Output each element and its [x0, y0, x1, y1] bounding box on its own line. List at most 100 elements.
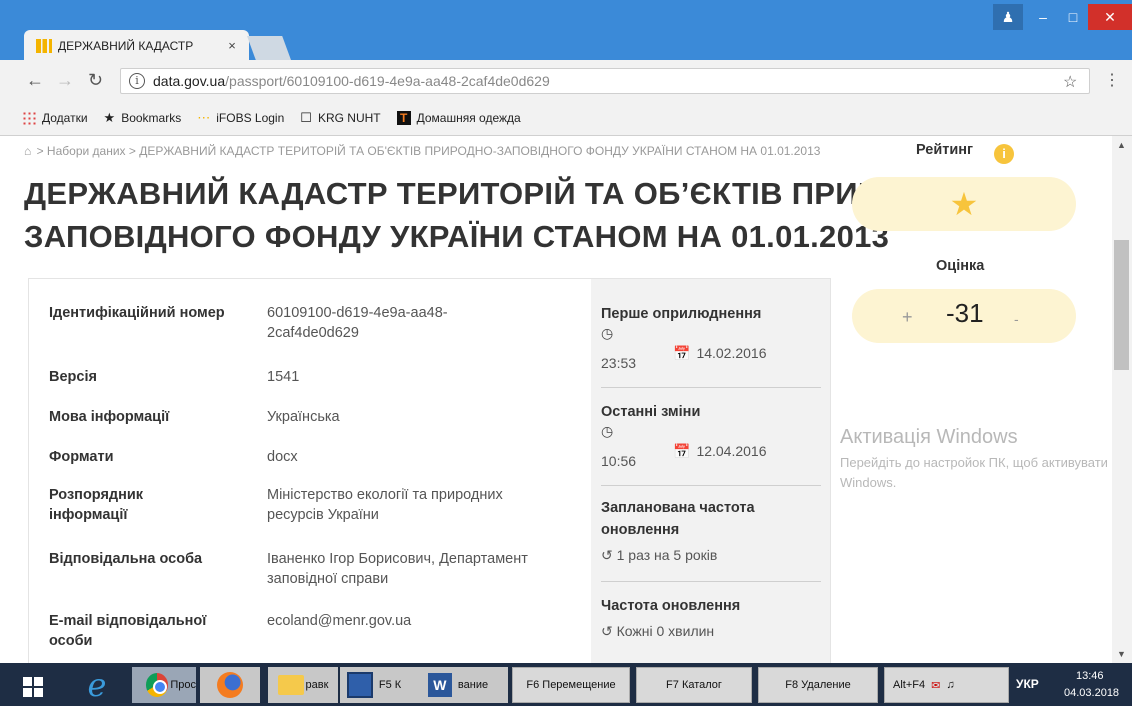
- score-value: -31: [946, 298, 984, 328]
- dates-panel: Перше оприлюднення ◷ 23:53 📅 14.02.2016 О…: [601, 279, 827, 663]
- close-window-button[interactable]: ✕: [1088, 4, 1132, 30]
- formats-label: Формати: [49, 449, 114, 465]
- scroll-down-icon[interactable]: ▼: [1117, 649, 1126, 659]
- clock-icon: ◷: [601, 423, 614, 439]
- scroll-up-icon[interactable]: ▲: [1117, 140, 1126, 150]
- tab-active[interactable]: ДЕРЖАВНИЙ КАДАСТР ×: [24, 30, 249, 61]
- t-logo-icon: T: [396, 110, 411, 125]
- reload-icon[interactable]: ↻: [88, 70, 103, 91]
- calendar-icon: 📅: [673, 345, 691, 361]
- owner-label: Розпорядник інформації: [49, 487, 144, 523]
- taskbar-save[interactable]: F5 К: [340, 667, 408, 703]
- activation-text: Перейдіть до настройок ПК, щоб активуват…: [840, 455, 1108, 490]
- windows-activation-watermark: Активація Windows Перейдіть до настройок…: [840, 426, 1110, 493]
- internet-explorer-icon[interactable]: e: [72, 667, 122, 703]
- chrome-icon: [146, 673, 169, 697]
- taskbar: e Прос равк F5 К Wвание F6 Перемещение F…: [0, 663, 1132, 706]
- first-publication-time: 23:53: [601, 355, 637, 371]
- version-value: 1541: [267, 369, 300, 385]
- score-plus-button[interactable]: +: [902, 307, 913, 328]
- f8-delete-button[interactable]: F8 Удаление: [758, 667, 878, 703]
- minimize-button[interactable]: –: [1030, 4, 1056, 30]
- floppy-icon: [346, 672, 373, 698]
- system-tray[interactable]: Alt+F4 ✉ ♫: [884, 667, 1009, 703]
- id-label: Ідентифікаційний номер: [49, 305, 225, 321]
- clock-date[interactable]: 04.03.2018: [1064, 687, 1119, 699]
- scrollbar[interactable]: ▲ ▼: [1112, 136, 1132, 663]
- taskbar-word[interactable]: Wвание: [408, 667, 508, 703]
- browser-window: ДЕРЖАВНИЙ КАДАСТР × ♟ – □ ✕ ← → ↻ i data…: [0, 0, 1132, 706]
- breadcrumb-text[interactable]: > Набори даних > ДЕРЖАВНИЙ КАДАСТР ТЕРИТ…: [37, 144, 821, 158]
- alt-f4-label: Alt+F4: [893, 679, 926, 691]
- page-icon: ☐: [300, 109, 312, 125]
- title-bar: ДЕРЖАВНИЙ КАДАСТР × ♟ – □ ✕: [0, 0, 1132, 61]
- update-frequency-label: Частота оновлення: [601, 598, 741, 614]
- last-changes-time: 10:56: [601, 453, 637, 469]
- score-minus-button[interactable]: -: [1014, 311, 1019, 327]
- windows-logo-icon: [23, 677, 43, 697]
- rating-star-icon[interactable]: ★: [950, 188, 979, 220]
- scroll-thumb[interactable]: [1114, 240, 1129, 370]
- bookmark-ifobs[interactable]: ⋯ iFOBS Login: [197, 110, 284, 126]
- last-changes-label: Останні зміни: [601, 404, 701, 420]
- network-icon[interactable]: ✉: [931, 679, 940, 692]
- update-frequency-value: Кожні 0 хвилин: [616, 623, 715, 639]
- planned-frequency-value: 1 раз на 5 років: [616, 547, 718, 563]
- person-value: Іваненко Ігор Борисович, Департамент зап…: [267, 551, 528, 587]
- score-widget: + -31 -: [852, 289, 1076, 343]
- first-publication-label: Перше оприлюднення: [601, 306, 762, 322]
- info-icon[interactable]: i: [994, 144, 1014, 164]
- address-bar[interactable]: i data.gov.ua/passport/60109100-d619-4e9…: [120, 68, 1090, 94]
- bookmark-bookmarks[interactable]: ★ Bookmarks: [104, 110, 182, 126]
- bookmark-krg[interactable]: ☐ KRG NUHT: [300, 110, 380, 126]
- breadcrumb: ⌂ > Набори даних > ДЕРЖАВНИЙ КАДАСТР ТЕР…: [24, 144, 820, 158]
- calendar-icon: 📅: [673, 443, 691, 459]
- last-changes: Останні зміни ◷ 10:56 📅 12.04.2016: [601, 401, 821, 486]
- language-label: Мова інформації: [49, 409, 170, 425]
- new-tab-button[interactable]: [247, 36, 291, 60]
- bookmark-apps[interactable]: Додатки: [22, 110, 88, 125]
- site-favicon-icon: [36, 38, 52, 53]
- language-indicator[interactable]: УКР: [1016, 677, 1039, 691]
- clock-time[interactable]: 13:46: [1076, 670, 1104, 682]
- id-value: 60109100-d619-4e9a-aa48-2caf4de0d629: [267, 305, 448, 341]
- home-icon[interactable]: ⌂: [24, 144, 31, 158]
- score-label: Оцінка: [936, 258, 985, 274]
- clock-icon: ◷: [601, 325, 614, 341]
- loading-icon: ⋯: [197, 109, 211, 125]
- apps-icon: [22, 110, 36, 125]
- rating-label: Рейтинг: [916, 142, 974, 158]
- first-publication: Перше оприлюднення ◷ 23:53 📅 14.02.2016: [601, 303, 821, 388]
- email-value[interactable]: ecoland@menr.gov.ua: [267, 611, 557, 631]
- maximize-button[interactable]: □: [1060, 4, 1086, 30]
- taskbar-firefox[interactable]: [200, 667, 260, 703]
- owner-value: Міністерство екології та природних ресур…: [267, 487, 503, 523]
- refresh-icon: ↺: [601, 547, 617, 563]
- user-icon[interactable]: ♟: [993, 4, 1023, 30]
- menu-icon[interactable]: ⋮: [1104, 70, 1120, 90]
- folder-icon: [277, 675, 304, 695]
- start-button[interactable]: [10, 669, 56, 705]
- tab-close-icon[interactable]: ×: [223, 38, 241, 53]
- refresh-icon: ↺: [601, 623, 617, 639]
- divider: [601, 387, 821, 388]
- rating-widget[interactable]: ★: [852, 177, 1076, 231]
- taskbar-chrome[interactable]: Прос: [132, 667, 196, 703]
- volume-icon[interactable]: ♫: [946, 679, 954, 691]
- bookmark-star-icon[interactable]: ☆: [1063, 72, 1077, 92]
- activation-title: Активація Windows: [840, 426, 1018, 448]
- forward-icon[interactable]: →: [56, 70, 74, 91]
- planned-frequency-label: Запланована частота оновлення: [601, 500, 755, 538]
- star-icon: ★: [103, 109, 116, 125]
- formats-value: docx: [267, 449, 298, 465]
- dataset-details: Ідентифікаційний номер 60109100-d619-4e9…: [29, 279, 591, 663]
- f7-catalog-button[interactable]: F7 Каталог: [636, 667, 752, 703]
- url-path: /passport/60109100-d619-4e9a-aa48-2caf4d…: [225, 73, 550, 89]
- site-info-icon[interactable]: i: [129, 73, 145, 89]
- update-frequency: Частота оновлення ↺ Кожні 0 хвилин: [601, 595, 821, 640]
- taskbar-explorer[interactable]: равк: [268, 667, 338, 703]
- bookmark-clothing[interactable]: T Домашняя одежда: [396, 110, 521, 125]
- f6-move-button[interactable]: F6 Перемещение: [512, 667, 630, 703]
- last-changes-date: 12.04.2016: [696, 443, 767, 459]
- back-icon[interactable]: ←: [26, 70, 44, 91]
